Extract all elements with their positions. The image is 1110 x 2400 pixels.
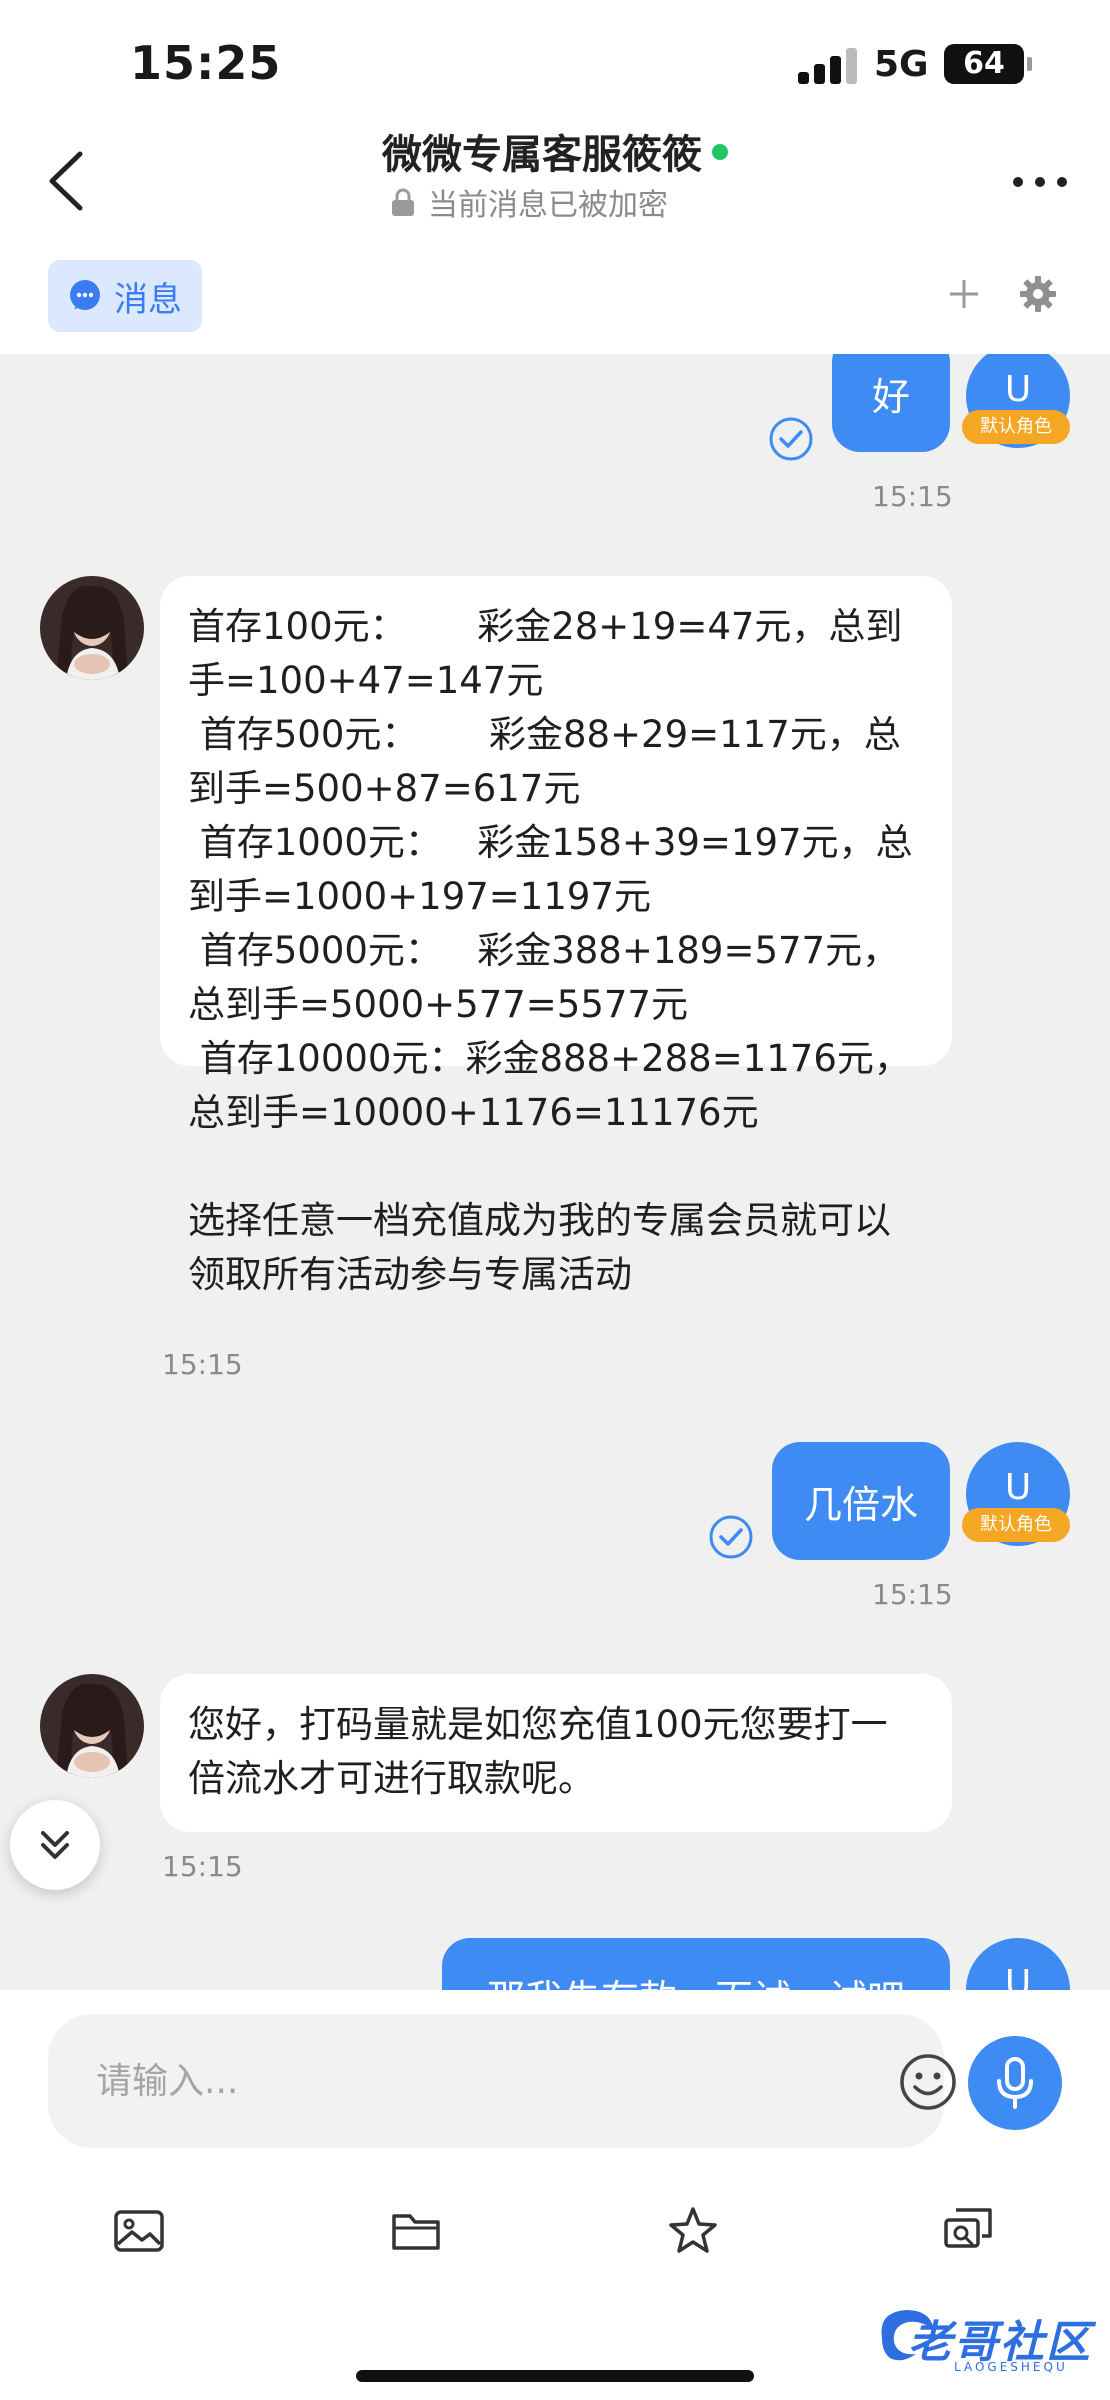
online-status-dot: [712, 143, 728, 160]
plus-icon: [950, 280, 978, 308]
message-time: 15:15: [162, 1850, 243, 1883]
watermark-logo: 老哥社区 LAOGESHEQU: [872, 2306, 1102, 2378]
role-badge: 默认角色: [962, 410, 1070, 444]
folder-icon[interactable]: [390, 2204, 444, 2258]
more-button[interactable]: [1010, 170, 1070, 194]
lock-icon: [392, 188, 414, 216]
composer: 老哥社区 LAOGESHEQU: [0, 1990, 1110, 2400]
encryption-text: 当前消息已被加密: [428, 188, 668, 223]
agent-avatar-image: [40, 576, 144, 680]
chat-title: 微微专属客服筱筱: [382, 132, 702, 178]
more-dots-icon: [1013, 177, 1067, 187]
message-bubble-outgoing[interactable]: 那我先存款一百试一试吧: [442, 1938, 950, 1990]
status-time: 15:25: [130, 36, 282, 90]
gear-icon: [1020, 276, 1056, 312]
role-badge: 默认角色: [962, 1508, 1070, 1542]
agent-avatar[interactable]: [40, 576, 144, 680]
encryption-status: 当前消息已被加密: [390, 180, 668, 224]
watermark-subtext: LAOGESHEQU: [954, 2360, 1068, 2374]
double-chevron-down-icon: [41, 1831, 69, 1859]
message-time: 15:15: [872, 480, 953, 513]
tab-messages-label: 消息: [114, 279, 182, 320]
message-bubble-incoming[interactable]: 您好，打码量就是如您充值100元您要打一倍流水才可进行取款呢。: [160, 1674, 952, 1832]
avatar[interactable]: U: [966, 1938, 1070, 1990]
network-type: 5G: [874, 44, 929, 85]
battery-icon: 64: [944, 44, 1032, 84]
message-input-box[interactable]: [48, 2014, 956, 2148]
message-input[interactable]: [96, 2054, 856, 2108]
chat-bubble-icon: [70, 280, 100, 310]
message-bubble-incoming[interactable]: 首存100元： 彩金28+19=47元，总到手=100+47=147元 首存50…: [160, 576, 952, 1296]
agent-avatar-image: [40, 1674, 144, 1778]
settings-button[interactable]: [1018, 274, 1058, 314]
message-bubble-outgoing[interactable]: 几倍水: [772, 1442, 950, 1560]
message-time: 15:15: [872, 1578, 953, 1611]
signal-icon: [798, 48, 858, 84]
image-icon[interactable]: [112, 2204, 166, 2258]
tab-bar: 消息: [0, 250, 1110, 354]
search-chat-icon[interactable]: [942, 2204, 996, 2258]
microphone-icon: [997, 2057, 1033, 2109]
message-time: 15:15: [162, 1348, 243, 1381]
chat-header: 微微专属客服筱筱 当前消息已被加密: [0, 120, 1110, 250]
read-check-icon: [769, 417, 813, 461]
star-icon[interactable]: [666, 2204, 720, 2258]
scroll-to-bottom-button[interactable]: [10, 1800, 100, 1890]
message-list[interactable]: 好 U 默认角色 15:15 首存100元： 彩金28+19=47元，总到手=1…: [0, 354, 1110, 1990]
agent-avatar[interactable]: [40, 1674, 144, 1778]
voice-input-button[interactable]: [968, 2036, 1062, 2130]
home-indicator[interactable]: [356, 2370, 754, 2382]
emoji-icon[interactable]: [898, 2052, 958, 2112]
read-check-icon: [709, 1515, 753, 1559]
title-wrap: 微微专属客服筱筱: [0, 120, 1110, 180]
status-bar: 15:25 5G 64: [0, 0, 1110, 120]
message-bubble-outgoing[interactable]: 好: [832, 354, 950, 452]
add-tab-button[interactable]: [944, 274, 984, 314]
tab-messages[interactable]: 消息: [48, 260, 202, 332]
